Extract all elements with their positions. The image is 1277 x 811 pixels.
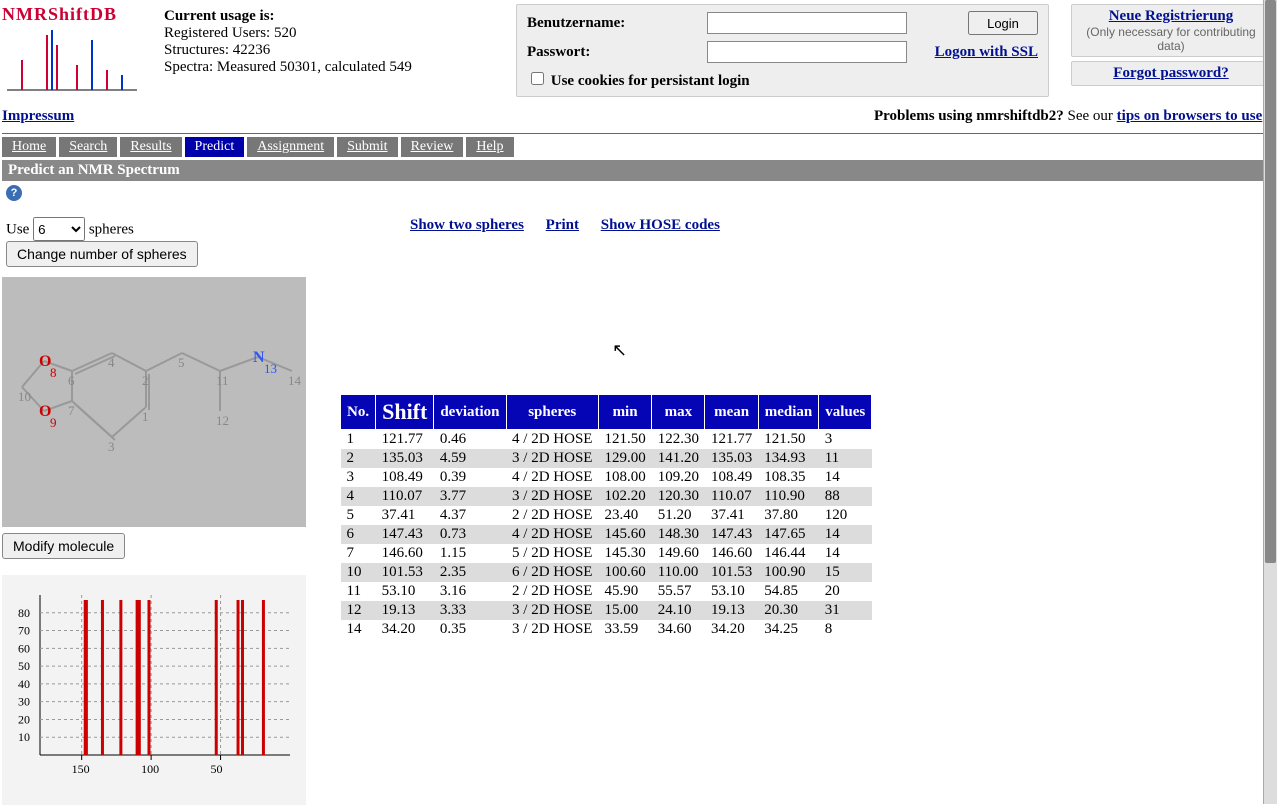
molecule-canvas[interactable]: O8O91067432151112N1314 bbox=[2, 277, 306, 527]
table-row: 3108.490.394 / 2D HOSE108.00109.20108.49… bbox=[341, 468, 872, 487]
problems-text: Problems using nmrshiftdb2? See our tips… bbox=[874, 108, 1271, 125]
show-two-spheres-link[interactable]: Show two spheres bbox=[410, 217, 524, 233]
svg-text:6: 6 bbox=[68, 373, 75, 388]
register-subtext: (Only necessary for contributing data) bbox=[1072, 25, 1270, 53]
svg-text:50: 50 bbox=[211, 762, 223, 776]
svg-text:8: 8 bbox=[50, 365, 57, 380]
cookie-label: Use cookies for persistant login bbox=[551, 73, 750, 89]
svg-text:14: 14 bbox=[288, 373, 302, 388]
table-row: 6147.430.734 / 2D HOSE145.60148.30147.43… bbox=[341, 525, 872, 544]
svg-text:80: 80 bbox=[18, 606, 30, 620]
table-row: 10101.532.356 / 2D HOSE100.60110.00101.5… bbox=[341, 563, 872, 582]
table-row: 1121.770.464 / 2D HOSE121.50122.30121.77… bbox=[341, 430, 872, 450]
username-label: Benutzername: bbox=[527, 15, 625, 31]
svg-text:4: 4 bbox=[108, 355, 115, 370]
svg-text:20: 20 bbox=[18, 712, 30, 726]
svg-text:13: 13 bbox=[264, 361, 277, 376]
svg-text:10: 10 bbox=[18, 730, 30, 744]
svg-text:7: 7 bbox=[68, 403, 75, 418]
login-panel: Benutzername: Login Passwort: Logon with… bbox=[516, 4, 1049, 97]
modify-molecule-button[interactable]: Modify molecule bbox=[2, 533, 125, 559]
login-button[interactable]: Login bbox=[968, 11, 1038, 35]
tab-review[interactable]: Review bbox=[401, 137, 464, 157]
scrollbar[interactable] bbox=[1263, 0, 1277, 804]
username-input[interactable] bbox=[707, 12, 907, 34]
svg-text:3: 3 bbox=[108, 439, 115, 454]
svg-text:5: 5 bbox=[178, 355, 185, 370]
svg-text:10: 10 bbox=[18, 389, 31, 404]
col-min: min bbox=[598, 395, 651, 430]
svg-text:70: 70 bbox=[18, 624, 30, 638]
usage-stats: Current usage is: Registered Users: 520 … bbox=[164, 4, 504, 76]
col-mean: mean bbox=[705, 395, 758, 430]
table-row: 7146.601.155 / 2D HOSE145.30149.60146.60… bbox=[341, 544, 872, 563]
tab-results[interactable]: Results bbox=[120, 137, 181, 157]
change-spheres-button[interactable]: Change number of spheres bbox=[6, 241, 198, 267]
register-cell: Neue Registrierung (Only necessary for c… bbox=[1071, 4, 1271, 57]
tab-help[interactable]: Help bbox=[466, 137, 513, 157]
table-row: 1434.200.353 / 2D HOSE33.5934.6034.2034.… bbox=[341, 620, 872, 639]
print-link[interactable]: Print bbox=[546, 217, 579, 233]
nav-tabs: HomeSearchResultsPredictAssignmentSubmit… bbox=[0, 134, 1277, 160]
svg-text:100: 100 bbox=[141, 762, 159, 776]
table-row: 4110.073.773 / 2D HOSE102.20120.30110.07… bbox=[341, 487, 872, 506]
password-input[interactable] bbox=[707, 41, 907, 63]
tab-predict[interactable]: Predict bbox=[185, 137, 245, 157]
logo-text: NMRShiftDB bbox=[2, 4, 152, 25]
impressum-link[interactable]: Impressum bbox=[2, 108, 74, 125]
forgot-cell: Forgot password? bbox=[1071, 61, 1271, 86]
spectrum-chart[interactable]: 10 20 30 40 50 60 70 80 150 100 50 bbox=[2, 575, 306, 805]
logo-spectrum-icon bbox=[2, 25, 142, 95]
password-label: Passwort: bbox=[527, 44, 590, 60]
register-link[interactable]: Neue Registrierung bbox=[1109, 8, 1234, 24]
tab-home[interactable]: Home bbox=[2, 137, 56, 157]
results-table: No.Shiftdeviationspheresminmaxmeanmedian… bbox=[340, 394, 872, 639]
spheres-select[interactable]: 6 bbox=[33, 217, 85, 241]
table-row: 2135.034.593 / 2D HOSE129.00141.20135.03… bbox=[341, 449, 872, 468]
col-shift: Shift bbox=[376, 395, 434, 430]
table-row: 1153.103.162 / 2D HOSE45.9055.5753.1054.… bbox=[341, 582, 872, 601]
scroll-thumb[interactable] bbox=[1265, 0, 1276, 563]
svg-text:40: 40 bbox=[18, 677, 30, 691]
svg-text:12: 12 bbox=[216, 413, 229, 428]
tips-link[interactable]: tips on browsers to use bbox=[1117, 108, 1263, 124]
section-header: Predict an NMR Spectrum bbox=[2, 160, 1275, 181]
svg-text:1: 1 bbox=[142, 409, 149, 424]
svg-text:60: 60 bbox=[18, 641, 30, 655]
col-spheres: spheres bbox=[506, 395, 598, 430]
cookie-checkbox[interactable] bbox=[531, 72, 544, 85]
logon-ssl-link[interactable]: Logon with SSL bbox=[935, 44, 1038, 60]
col-values: values bbox=[819, 395, 872, 430]
forgot-link[interactable]: Forgot password? bbox=[1113, 65, 1228, 81]
logo: NMRShiftDB bbox=[2, 4, 152, 100]
svg-text:9: 9 bbox=[50, 415, 57, 430]
sphere-controls: Use 6 spheres Change number of spheres bbox=[6, 217, 322, 267]
tab-submit[interactable]: Submit bbox=[337, 137, 397, 157]
svg-text:11: 11 bbox=[216, 373, 229, 388]
tab-assignment[interactable]: Assignment bbox=[247, 137, 334, 157]
table-row: 537.414.372 / 2D HOSE23.4051.2037.4137.8… bbox=[341, 506, 872, 525]
help-icon[interactable]: ? bbox=[6, 185, 22, 201]
col-median: median bbox=[758, 395, 819, 430]
col-no: No. bbox=[341, 395, 376, 430]
show-hose-link[interactable]: Show HOSE codes bbox=[601, 217, 720, 233]
svg-text:50: 50 bbox=[18, 659, 30, 673]
col-deviation: deviation bbox=[434, 395, 506, 430]
table-row: 1219.133.333 / 2D HOSE15.0024.1019.1320.… bbox=[341, 601, 872, 620]
tab-search[interactable]: Search bbox=[59, 137, 117, 157]
col-max: max bbox=[652, 395, 705, 430]
svg-text:30: 30 bbox=[18, 695, 30, 709]
svg-text:2: 2 bbox=[142, 373, 149, 388]
svg-text:150: 150 bbox=[72, 762, 90, 776]
